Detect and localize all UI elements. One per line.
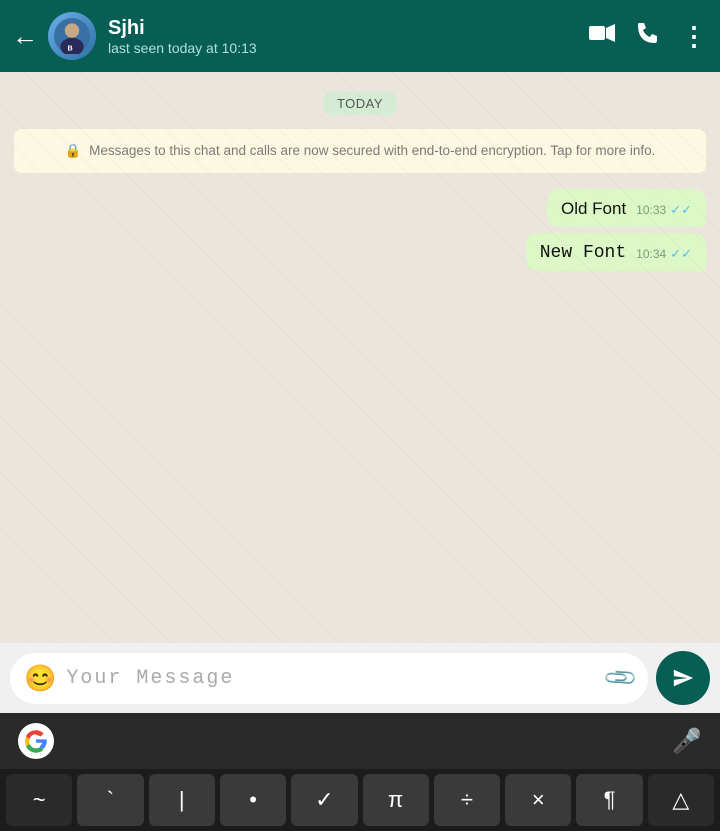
message-time: 10:33: [636, 203, 666, 217]
video-call-icon[interactable]: [589, 23, 615, 49]
send-icon: [672, 667, 694, 689]
microphone-icon[interactable]: 🎤: [672, 727, 702, 756]
key-pilcrow[interactable]: ¶: [576, 774, 642, 826]
google-g-icon: [18, 723, 54, 759]
message-meta: 10:34 ✓✓: [636, 246, 692, 262]
date-label: TODAY: [323, 92, 397, 115]
message-meta: 10:33 ✓✓: [636, 202, 692, 218]
read-receipt-icon: ✓✓: [670, 246, 692, 262]
input-wrapper: 😊 Your Message 📎: [10, 653, 648, 704]
voice-call-icon[interactable]: [637, 22, 659, 50]
read-receipt-icon: ✓✓: [670, 202, 692, 218]
send-button[interactable]: [656, 651, 710, 705]
message-text: New Font: [540, 243, 626, 263]
header-action-icons: ⋮: [589, 21, 708, 52]
key-triangle[interactable]: △: [648, 774, 714, 826]
keyboard-row: ~ ` | • ✓ π ÷ × ¶ △: [0, 769, 720, 831]
key-pipe[interactable]: |: [149, 774, 215, 826]
key-tilde[interactable]: ~: [6, 774, 72, 826]
security-notice-text: Messages to this chat and calls are now …: [89, 143, 655, 158]
message-text: Old Font: [561, 199, 626, 219]
attach-button[interactable]: 📎: [601, 659, 639, 697]
security-notice[interactable]: 🔒 Messages to this chat and calls are no…: [14, 129, 706, 173]
keyboard-toolbar: 🎤: [0, 713, 720, 769]
message-input-bar: 😊 Your Message 📎: [0, 643, 720, 713]
contact-status: last seen today at 10:13: [108, 40, 589, 56]
key-bullet[interactable]: •: [220, 774, 286, 826]
key-multiply[interactable]: ×: [505, 774, 571, 826]
lock-icon: 🔒: [65, 143, 82, 158]
message-bubble: New Font 10:34 ✓✓: [526, 233, 706, 271]
contact-avatar[interactable]: B: [48, 12, 96, 60]
key-backtick[interactable]: `: [77, 774, 143, 826]
svg-text:B: B: [68, 43, 73, 52]
message-input-placeholder[interactable]: Your Message: [66, 667, 596, 690]
key-divide[interactable]: ÷: [434, 774, 500, 826]
avatar-image: B: [54, 18, 90, 54]
chat-area: TODAY 🔒 Messages to this chat and calls …: [0, 72, 720, 643]
date-separator: TODAY: [14, 92, 706, 115]
message-list: Old Font 10:33 ✓✓ New Font 10:34 ✓✓: [14, 189, 706, 271]
contact-info[interactable]: Sjhi last seen today at 10:13: [108, 16, 589, 56]
emoji-button[interactable]: 😊: [24, 663, 56, 694]
key-checkmark[interactable]: ✓: [291, 774, 357, 826]
keyboard: 🎤 ~ ` | • ✓ π ÷ × ¶ △: [0, 713, 720, 831]
message-bubble: Old Font 10:33 ✓✓: [547, 189, 706, 227]
back-button[interactable]: ←: [12, 21, 38, 52]
key-pi[interactable]: π: [363, 774, 429, 826]
more-options-icon[interactable]: ⋮: [681, 21, 708, 52]
contact-name: Sjhi: [108, 16, 589, 40]
message-time: 10:34: [636, 247, 666, 261]
chat-header: ← B Sjhi last seen today at 10:13: [0, 0, 720, 72]
